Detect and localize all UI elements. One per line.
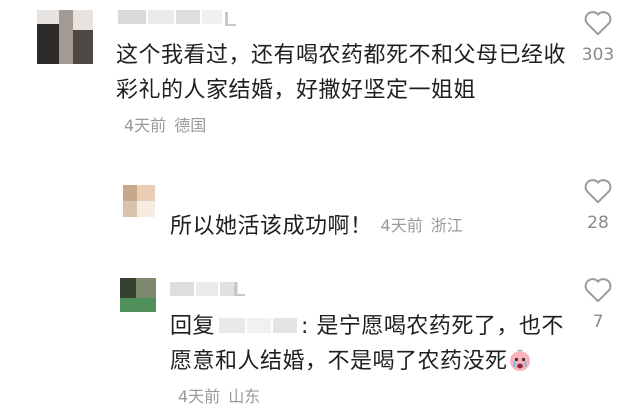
avatar[interactable]	[120, 278, 156, 312]
comment-meta: 4天前 德国	[124, 108, 206, 143]
comment-body: 所以她活该成功啊！	[170, 214, 373, 239]
heart-outline-icon	[584, 11, 612, 36]
like-count: 303	[581, 45, 615, 65]
avatar[interactable]	[123, 185, 155, 217]
comment-location: 山东	[228, 387, 261, 406]
comment-location: 德国	[174, 116, 207, 135]
mention-redacted[interactable]	[215, 314, 301, 336]
reply-item: 所以她活该成功啊！ 4天前 浙江 28	[0, 170, 641, 260]
avatar[interactable]	[37, 10, 93, 64]
crying-face-emoji	[509, 349, 530, 371]
username-redacted[interactable]	[170, 282, 240, 296]
like-count: 7	[592, 312, 604, 332]
comment-text: 所以她活该成功啊！ 4天前 浙江	[170, 208, 550, 244]
like-count: 28	[587, 213, 609, 233]
heart-outline-icon	[584, 179, 612, 204]
username-redacted[interactable]	[118, 10, 228, 24]
comment-location: 浙江	[430, 216, 463, 235]
comment-text: 这个我看过，还有喝农药都死不和父母已经收彩礼的人家结婚，好撒好坚定一姐姐 4天前德…	[116, 38, 566, 144]
reply-prefix: 回复	[170, 314, 216, 339]
like-button[interactable]: 303	[574, 9, 622, 65]
comment-time: 4天前	[178, 387, 221, 406]
comment-body: 这个我看过，还有喝农药都死不和父母已经收彩礼的人家结婚，好撒好坚定一姐姐	[116, 43, 567, 103]
comment-time: 4天前	[380, 216, 423, 235]
comment-time: 4天前	[124, 116, 167, 135]
reply-item: 回复: 是宁愿喝农药死了，也不愿意和人结婚，不是喝了农药没死4天前 山东 7	[0, 260, 641, 420]
like-button[interactable]: 7	[574, 276, 622, 332]
like-button[interactable]: 28	[574, 177, 622, 233]
heart-outline-icon	[584, 278, 612, 303]
comment-meta: 4天前 山东	[178, 379, 260, 414]
comment-text: 回复: 是宁愿喝农药死了，也不愿意和人结婚，不是喝了农药没死4天前 山东	[170, 309, 570, 415]
comment-item: 这个我看过，还有喝农药都死不和父母已经收彩礼的人家结婚，好撒好坚定一姐姐 4天前德…	[0, 0, 641, 170]
comment-meta: 4天前 浙江	[381, 208, 463, 243]
